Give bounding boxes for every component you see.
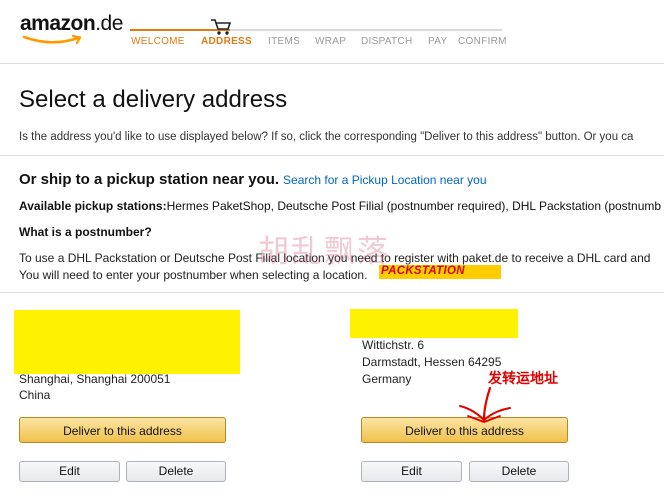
- checkout-progress-line: [130, 29, 502, 31]
- address-2-line-1: Wittichstr. 6: [362, 338, 425, 352]
- address-divider: [0, 292, 664, 293]
- header-divider: [0, 63, 664, 64]
- redacted-name-block: [14, 310, 240, 374]
- annotation-label: 发转运地址: [488, 371, 558, 387]
- search-pickup-link[interactable]: Search for a Pickup Location near you: [283, 173, 486, 187]
- pickup-heading: Or ship to a pickup station near you. Sea…: [19, 171, 487, 188]
- address-1-line-2: China: [19, 388, 51, 402]
- step-items: ITEMS: [268, 36, 301, 47]
- cart-icon: [211, 19, 232, 35]
- step-wrap: WRAP: [315, 36, 347, 47]
- edit-address-1-button[interactable]: Edit: [19, 461, 120, 482]
- step-confirm: CONFIRM: [458, 36, 507, 47]
- edit-address-2-button[interactable]: Edit: [361, 461, 462, 482]
- delete-address-2-button[interactable]: Delete: [469, 461, 569, 482]
- page-title: Select a delivery address: [19, 86, 288, 113]
- intro-text: Is the address you'd like to use display…: [19, 131, 634, 143]
- address-1-line-1: Shanghai, Shanghai 200051: [19, 372, 171, 386]
- section-divider: [0, 155, 664, 156]
- deliver-to-address-1-button[interactable]: Deliver to this address: [19, 417, 226, 443]
- packstation-logo: PACKSTATION: [379, 265, 501, 279]
- step-address: ADDRESS: [201, 36, 252, 47]
- watermark-text: 胡乱飘落: [258, 234, 390, 270]
- step-pay: PAY: [428, 36, 448, 47]
- amazon-smile-icon: [22, 34, 82, 45]
- annotation-arrow-icon: [459, 386, 511, 423]
- step-dispatch: DISPATCH: [361, 36, 413, 47]
- step-welcome: WELCOME: [131, 36, 185, 47]
- redacted-name-block: [350, 309, 518, 338]
- address-2-line-2: Darmstadt, Hessen 64295: [362, 355, 502, 369]
- delete-address-1-button[interactable]: Delete: [126, 461, 226, 482]
- address-2-line-3: Germany: [362, 372, 412, 386]
- amazon-logo[interactable]: amazon.de: [20, 12, 123, 36]
- postnumber-question[interactable]: What is a postnumber?: [19, 225, 152, 239]
- pickup-stations: Available pickup stations:Hermes PaketSh…: [19, 199, 662, 213]
